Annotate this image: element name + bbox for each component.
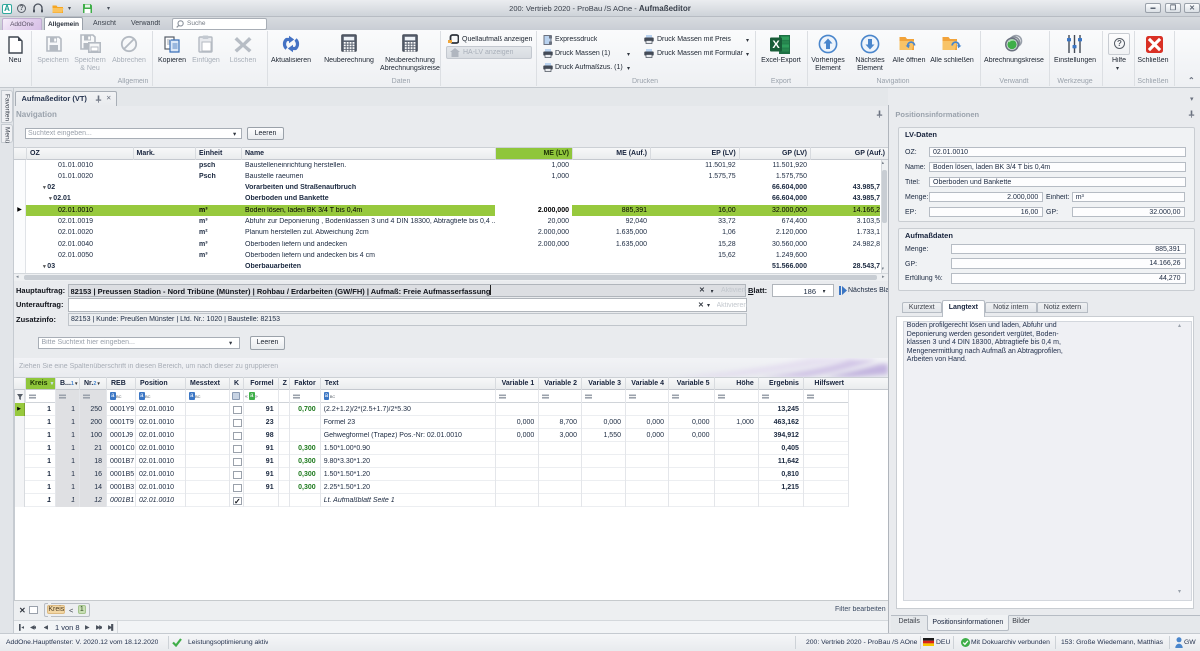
svg-text:X: X [772, 39, 780, 51]
